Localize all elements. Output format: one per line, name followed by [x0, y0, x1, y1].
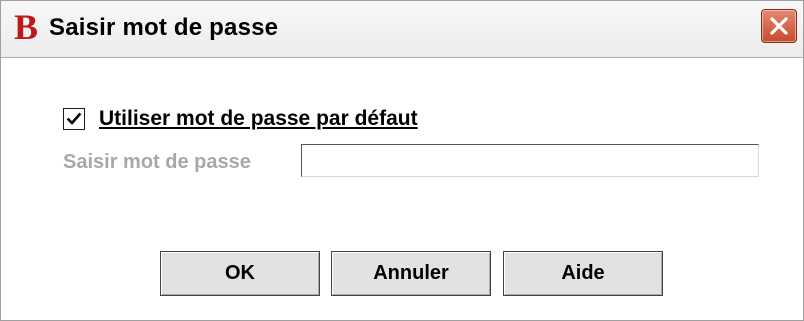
close-icon — [770, 17, 788, 35]
title-bar[interactable]: B Saisir mot de passe — [1, 1, 803, 58]
password-dialog: B Saisir mot de passe Utiliser mot de pa… — [0, 0, 804, 321]
password-field-label: Saisir mot de passe — [63, 151, 251, 173]
checkmark-icon — [66, 112, 82, 125]
default-password-option[interactable]: Utiliser mot de passe par défaut — [63, 105, 418, 133]
default-password-checkbox[interactable] — [63, 108, 85, 130]
help-button[interactable]: Aide — [503, 251, 663, 296]
app-logo-icon: B — [13, 7, 38, 47]
ok-button[interactable]: OK — [160, 251, 320, 296]
dialog-title: Saisir mot de passe — [49, 14, 279, 41]
close-button[interactable] — [761, 9, 797, 43]
default-password-label[interactable]: Utiliser mot de passe par défaut — [99, 107, 418, 131]
password-input[interactable] — [301, 144, 759, 177]
cancel-button[interactable]: Annuler — [331, 251, 491, 296]
